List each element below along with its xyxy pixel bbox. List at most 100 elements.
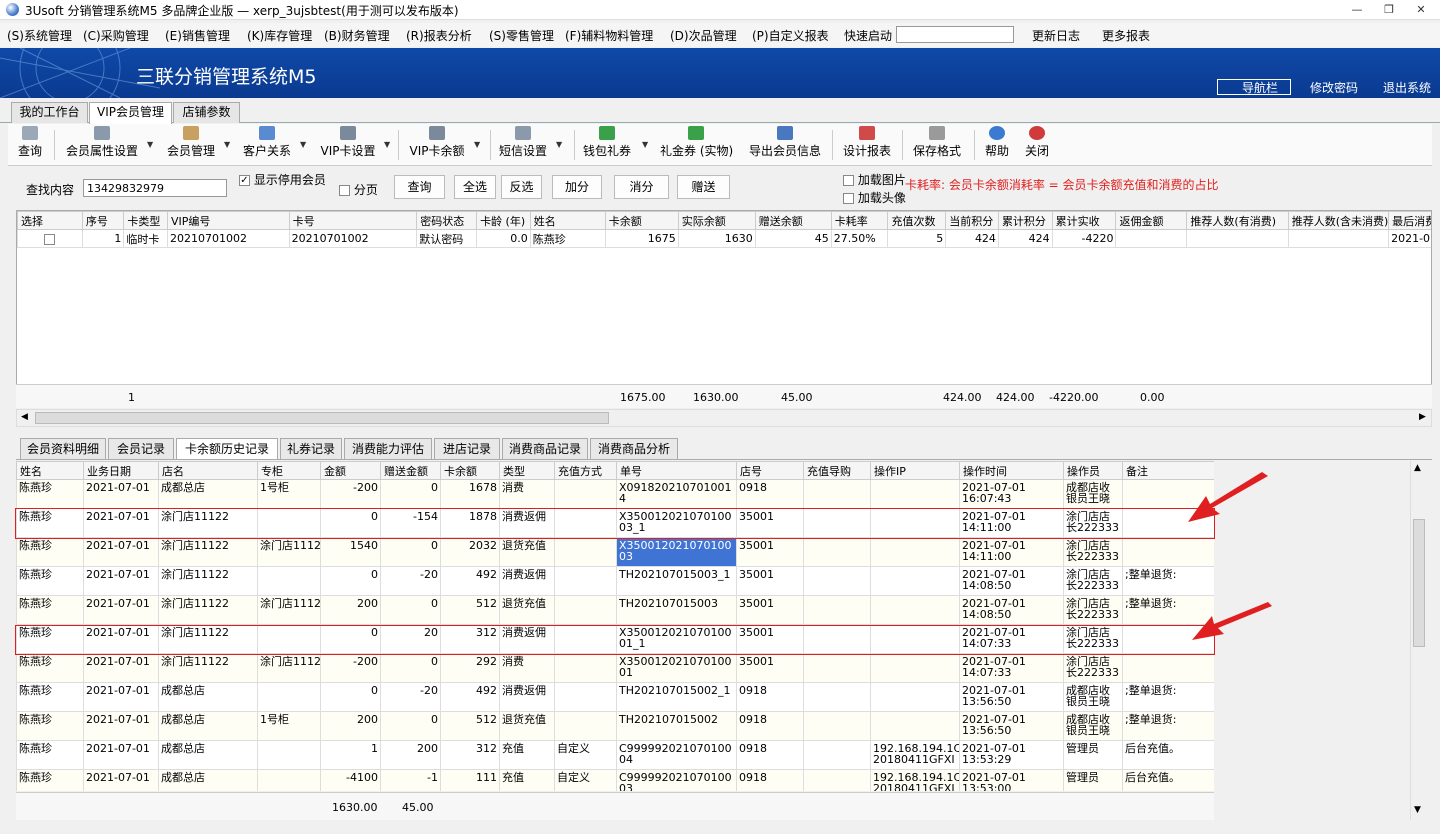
column-header[interactable]: 密码状态	[416, 211, 478, 230]
column-header[interactable]: 推荐人数(有消费)	[1186, 211, 1289, 230]
menu-defects[interactable]: (D)次品管理	[670, 27, 737, 44]
column-header[interactable]: 序号	[81, 211, 125, 230]
scrollbar-thumb[interactable]	[35, 412, 609, 424]
column-header[interactable]: 单号	[616, 461, 737, 480]
scroll-left-icon[interactable]: ◀	[21, 412, 28, 422]
column-header[interactable]: 操作员	[1063, 461, 1123, 480]
table-row[interactable]: 陈燕珍 2021-07-01 成都总店 1号柜 -200 0 1678 消费 X09182021…	[16, 479, 1214, 509]
export-members-button[interactable]: 导出会员信息	[748, 126, 822, 159]
column-header[interactable]: 累计实收	[1051, 211, 1117, 230]
tab-coupon-records[interactable]: 礼券记录	[280, 438, 342, 460]
table-row[interactable]: 陈燕珍 2021-07-01 成都总店 1号柜 200 0 512 退货充值 TH2021070…	[16, 711, 1214, 741]
tab-purchase-records[interactable]: 消费商品记录	[502, 438, 588, 460]
gift-button[interactable]: 赠送	[677, 175, 730, 199]
quick-start-input[interactable]	[896, 26, 1014, 43]
sms-settings-button[interactable]: 短信设置 ▼	[498, 126, 562, 159]
column-header[interactable]: 充值导购	[803, 461, 871, 480]
scroll-right-icon[interactable]: ▶	[1419, 412, 1426, 422]
column-header[interactable]: 返佣金额	[1115, 211, 1188, 230]
gift-voucher-button[interactable]: 礼金券 (实物)	[660, 126, 733, 159]
restore-button[interactable]: ❐	[1378, 2, 1400, 18]
member-attr-button[interactable]: 会员属性设置 ▼	[64, 126, 153, 159]
design-report-button[interactable]: 设计报表	[842, 126, 892, 159]
column-header[interactable]: 当前积分	[945, 211, 999, 230]
menu-retail[interactable]: (S)零售管理	[489, 27, 554, 44]
table-row[interactable]: 陈燕珍 2021-07-01 涂门店11122 0 -20 492 消费返佣 TH202107…	[16, 566, 1214, 596]
close-window-button[interactable]: ✕	[1410, 2, 1432, 18]
column-header[interactable]: 充值次数	[887, 211, 947, 230]
minimize-button[interactable]: —	[1346, 2, 1368, 18]
load-image-checkbox[interactable]: 加载图片	[843, 171, 906, 188]
vip-card-settings-button[interactable]: VIP卡设置 ▼	[320, 126, 390, 159]
menu-sales[interactable]: (E)销售管理	[165, 27, 230, 44]
tab-purchase-analysis[interactable]: 消费商品分析	[590, 438, 678, 460]
customer-relation-button[interactable]: 客户关系 ▼	[242, 126, 306, 159]
tab-workbench[interactable]: 我的工作台	[11, 102, 88, 123]
vip-balance-button[interactable]: VIP卡余额 ▼	[408, 126, 480, 159]
column-header[interactable]: 累计积分	[997, 211, 1053, 230]
table-row[interactable]: 陈燕珍 2021-07-01 成都总店 -4100 -1 111 充值 自定义 C9999920…	[16, 769, 1214, 791]
close-button[interactable]: 关闭	[1024, 126, 1050, 159]
menu-custom-reports[interactable]: (P)自定义报表	[752, 27, 829, 44]
column-header[interactable]: 姓名	[16, 461, 84, 480]
add-points-button[interactable]: 加分	[552, 175, 602, 199]
help-button[interactable]: 帮助	[984, 126, 1010, 159]
invert-selection-button[interactable]: 反选	[501, 175, 542, 199]
member-management-button[interactable]: 会员管理 ▼	[166, 126, 230, 159]
consume-points-button[interactable]: 消分	[614, 175, 669, 199]
column-header[interactable]: 最后消费日	[1388, 211, 1431, 230]
select-all-button[interactable]: 全选	[454, 175, 496, 199]
scroll-up-icon[interactable]: ▲	[1414, 463, 1421, 473]
column-header[interactable]: 业务日期	[83, 461, 159, 480]
wallet-coupon-button[interactable]: 钱包礼券 ▼	[582, 126, 648, 159]
tab-member-details[interactable]: 会员资料明细	[20, 438, 106, 460]
column-header[interactable]: 卡余额	[604, 211, 679, 230]
horizontal-scrollbar[interactable]: ◀ ▶	[16, 409, 1432, 427]
table-row[interactable]: 陈燕珍 2021-07-01 成都总店 0 -20 492 消费返佣 TH2021070150…	[16, 682, 1214, 712]
table-row[interactable]: 陈燕珍2021-07-01涂门店11122涂门店11122154002032退货…	[16, 537, 1214, 567]
table-row[interactable]: 1 临时卡 20210701002 20210701002 默认密码 0.0 陈…	[17, 229, 1431, 248]
show-disabled-checkbox[interactable]: ✓ 显示停用会员	[239, 171, 326, 188]
column-header[interactable]: 卡号	[288, 211, 418, 230]
menu-purchase[interactable]: (C)采购管理	[83, 27, 149, 44]
query-button[interactable]: 查询	[394, 175, 445, 199]
column-header[interactable]: 卡龄 (年)	[476, 211, 531, 230]
column-header[interactable]: 实际余额	[677, 211, 756, 230]
column-header[interactable]: 卡耗率	[830, 211, 889, 230]
table-row[interactable]: 陈燕珍 2021-07-01 成都总店 1 200 312 充值 自定义 C9999920210…	[16, 740, 1214, 770]
column-header[interactable]: 店名	[158, 461, 258, 480]
column-header[interactable]: 操作IP	[870, 461, 960, 480]
column-header[interactable]: 卡类型	[123, 211, 168, 230]
column-header[interactable]: 店号	[736, 461, 804, 480]
menu-reports[interactable]: (R)报表分析	[406, 27, 472, 44]
row-checkbox[interactable]	[17, 229, 83, 248]
tab-visit-records[interactable]: 进店记录	[434, 438, 500, 460]
tab-balance-history[interactable]: 卡余额历史记录	[176, 438, 278, 460]
scroll-down-icon[interactable]: ▼	[1414, 805, 1421, 815]
column-header[interactable]: 专柜	[257, 461, 321, 480]
column-header[interactable]: 赠送金额	[380, 461, 441, 480]
column-header[interactable]: 姓名	[529, 211, 606, 230]
tab-member-records[interactable]: 会员记录	[108, 438, 174, 460]
vertical-scrollbar[interactable]: ▲ ▼	[1410, 461, 1426, 820]
column-header[interactable]: 推荐人数(含未消费)	[1287, 211, 1390, 230]
menu-materials[interactable]: (F)辅料物料管理	[565, 27, 653, 44]
column-header[interactable]: 选择	[17, 211, 83, 230]
column-header[interactable]: VIP编号	[166, 211, 290, 230]
menu-inventory[interactable]: (K)库存管理	[247, 27, 312, 44]
query-toolbar-button[interactable]: 查询	[16, 126, 44, 159]
load-avatar-checkbox[interactable]: 加载头像	[843, 189, 906, 206]
column-header[interactable]: 充值方式	[554, 461, 617, 480]
column-header[interactable]: 卡余额	[440, 461, 500, 480]
search-input[interactable]	[83, 179, 227, 197]
tab-store-params[interactable]: 店铺参数	[173, 102, 240, 123]
scrollbar-thumb[interactable]	[1413, 519, 1425, 647]
paging-checkbox[interactable]: 分页	[339, 181, 378, 198]
logout-link[interactable]: 退出系统	[1383, 79, 1431, 96]
column-header[interactable]: 类型	[499, 461, 555, 480]
column-header[interactable]: 操作时间	[959, 461, 1064, 480]
column-header[interactable]: 赠送余额	[754, 211, 832, 230]
menu-finance[interactable]: (B)财务管理	[324, 27, 390, 44]
tab-spending-assessment[interactable]: 消费能力评估	[344, 438, 432, 460]
menu-more-reports[interactable]: 更多报表	[1102, 27, 1150, 44]
